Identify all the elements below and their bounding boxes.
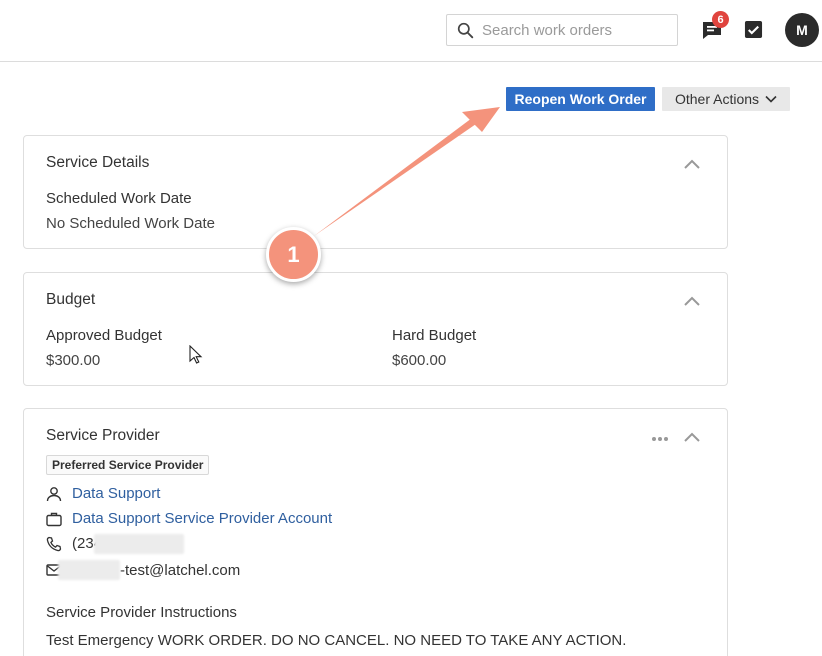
account-row: Data Support Service Provider Account xyxy=(46,510,332,527)
search-box[interactable] xyxy=(446,14,678,46)
chevron-up-icon[interactable] xyxy=(683,158,701,170)
step-marker: 1 xyxy=(266,227,321,282)
approved-budget-value: $300.00 xyxy=(46,352,101,369)
phone-icon xyxy=(46,536,62,551)
briefcase-icon xyxy=(46,512,62,526)
search-icon xyxy=(457,22,474,38)
phone-row: (234) 567-8953 xyxy=(46,534,184,554)
chevron-down-icon xyxy=(765,95,777,103)
chevron-up-icon[interactable] xyxy=(683,295,701,307)
tasks-checkbox-icon[interactable] xyxy=(744,20,763,39)
service-details-card: Service Details Scheduled Work Date No S… xyxy=(23,135,728,249)
phone-redaction xyxy=(94,534,184,554)
hard-budget-value: $600.00 xyxy=(392,352,447,369)
mouse-cursor-icon xyxy=(189,345,203,364)
other-actions-label: Other Actions xyxy=(674,91,760,107)
instructions-text: Test Emergency WORK ORDER. DO NO CANCEL.… xyxy=(46,632,627,649)
approved-budget-label: Approved Budget xyxy=(46,327,162,344)
contact-name-link[interactable]: Data Support xyxy=(72,485,160,502)
chevron-up-icon[interactable] xyxy=(683,431,701,443)
email-redaction xyxy=(58,560,120,580)
service-provider-title: Service Provider xyxy=(46,427,160,444)
budget-card: Budget Approved Budget $300.00 Hard Budg… xyxy=(23,272,728,386)
service-provider-card: Service Provider Preferred Service Provi… xyxy=(23,408,728,656)
service-details-title: Service Details xyxy=(46,154,150,171)
scheduled-work-date-label: Scheduled Work Date xyxy=(46,190,192,207)
email-visible-text: -test@latchel.com xyxy=(120,561,241,579)
more-options-icon[interactable] xyxy=(651,436,669,442)
email-address: -test@latchel.com xyxy=(58,560,240,580)
notification-badge: 6 xyxy=(712,11,729,28)
scheduled-work-date-value: No Scheduled Work Date xyxy=(46,215,215,232)
search-input[interactable] xyxy=(482,21,672,39)
reopen-work-order-button[interactable]: Reopen Work Order xyxy=(506,87,655,111)
top-bar: 6 M xyxy=(0,0,822,62)
phone-number: (234) 567-8953 xyxy=(72,534,184,554)
contact-row: Data Support xyxy=(46,485,160,502)
hard-budget-label: Hard Budget xyxy=(392,327,477,344)
instructions-label: Service Provider Instructions xyxy=(46,604,237,621)
budget-title: Budget xyxy=(46,291,96,308)
person-icon xyxy=(46,486,62,501)
email-row: -test@latchel.com xyxy=(46,560,240,580)
account-name-link[interactable]: Data Support Service Provider Account xyxy=(72,510,332,527)
user-avatar[interactable]: M xyxy=(785,13,819,47)
preferred-provider-tag: Preferred Service Provider xyxy=(46,455,210,475)
other-actions-button[interactable]: Other Actions xyxy=(662,87,790,111)
